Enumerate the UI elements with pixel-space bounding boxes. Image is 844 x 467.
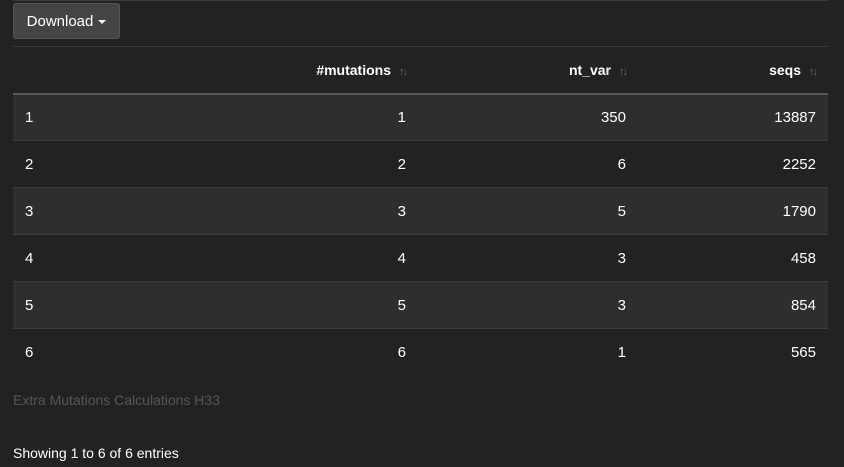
sort-both-icon[interactable]: ↑↓ bbox=[399, 66, 408, 78]
table-cell: 1 bbox=[13, 93, 138, 141]
table-cell: 4 bbox=[138, 234, 418, 282]
table-cell: 3 bbox=[418, 281, 638, 329]
table-cell: 5 bbox=[418, 187, 638, 235]
column-header-mutations[interactable]: #mutations ↑↓ bbox=[138, 46, 418, 95]
table-cell: 2 bbox=[13, 140, 138, 188]
table-cell: 6 bbox=[138, 328, 418, 376]
column-header-label: #mutations bbox=[316, 61, 391, 78]
table-row: 5 5 3 854 bbox=[13, 281, 828, 329]
table-cell: 1 bbox=[138, 93, 418, 141]
table-cell: 854 bbox=[638, 281, 828, 329]
download-button-label: Download bbox=[26, 12, 94, 30]
table-row: 6 6 1 565 bbox=[13, 328, 828, 376]
sort-both-icon[interactable]: ↑↓ bbox=[809, 66, 818, 78]
table-cell: 3 bbox=[138, 187, 418, 235]
table-caption: Extra Mutations Calculations H33 bbox=[13, 392, 220, 408]
table-cell: 6 bbox=[418, 140, 638, 188]
column-header-nt-var[interactable]: nt_var ↑↓ bbox=[418, 46, 638, 95]
column-header-index bbox=[13, 46, 138, 95]
table-cell: 458 bbox=[638, 234, 828, 282]
table-cell: 3 bbox=[418, 234, 638, 282]
table-cell: 5 bbox=[13, 281, 138, 329]
table-row: 3 3 5 1790 bbox=[13, 187, 828, 235]
table-cell: 4 bbox=[13, 234, 138, 282]
download-button[interactable]: Download bbox=[13, 3, 120, 39]
table-cell: 13887 bbox=[638, 93, 828, 141]
table-cell: 5 bbox=[138, 281, 418, 329]
page: Download #mutations ↑↓ nt_var ↑↓ seqs ↑↓… bbox=[0, 0, 844, 467]
table-cell: 3 bbox=[13, 187, 138, 235]
data-table-container: #mutations ↑↓ nt_var ↑↓ seqs ↑↓ 1 1 350 138… bbox=[13, 46, 828, 376]
table-row: 4 4 3 458 bbox=[13, 234, 828, 282]
table-cell: 565 bbox=[638, 328, 828, 376]
table-header-row: #mutations ↑↓ nt_var ↑↓ seqs ↑↓ bbox=[13, 46, 828, 95]
data-table: #mutations ↑↓ nt_var ↑↓ seqs ↑↓ 1 1 350 138… bbox=[13, 46, 828, 376]
column-header-label: nt_var bbox=[568, 61, 611, 78]
table-cell: 6 bbox=[13, 328, 138, 376]
table-cell: 1 bbox=[418, 328, 638, 376]
table-row: 2 2 6 2252 bbox=[13, 140, 828, 188]
caret-down-icon bbox=[98, 19, 107, 24]
table-cell: 2 bbox=[138, 140, 418, 188]
column-header-seqs[interactable]: seqs ↑↓ bbox=[638, 46, 828, 95]
table-cell: 1790 bbox=[638, 187, 828, 235]
sort-both-icon[interactable]: ↑↓ bbox=[619, 66, 628, 78]
table-cell: 2252 bbox=[638, 140, 828, 188]
table-info: Showing 1 to 6 of 6 entries bbox=[13, 445, 179, 461]
table-row: 1 1 350 13887 bbox=[13, 93, 828, 141]
top-divider bbox=[13, 0, 828, 1]
column-header-label: seqs bbox=[769, 61, 801, 78]
table-cell: 350 bbox=[418, 93, 638, 141]
